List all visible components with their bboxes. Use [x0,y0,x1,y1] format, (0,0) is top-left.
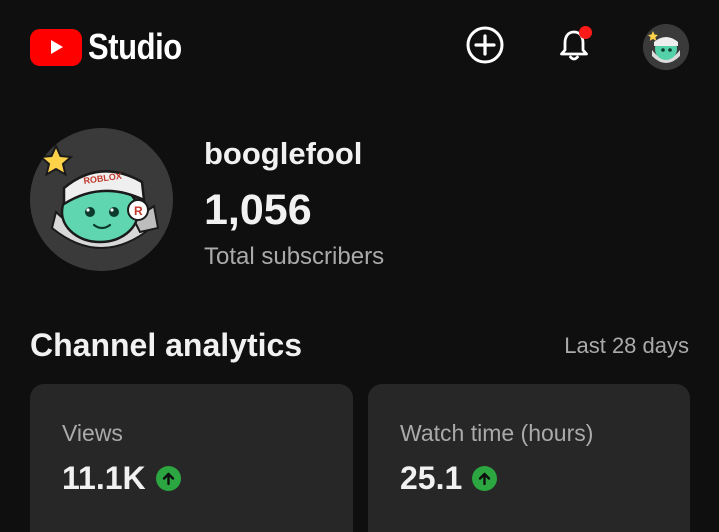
top-app-bar: Studio [0,0,719,92]
youtube-play-icon [30,28,82,66]
channel-avatar-image: ROBLOX R [30,128,173,271]
channel-name: booglefool [204,136,363,171]
logo-text: Studio [88,26,182,67]
studio-logo[interactable]: Studio [30,26,197,68]
svg-text:R: R [134,204,143,218]
watch-time-value-row: 25.1 [400,460,498,497]
plus-circle-icon [466,26,504,64]
notification-badge [579,26,592,39]
analytics-period[interactable]: Last 28 days [564,333,689,359]
avatar-image [643,24,689,70]
arrow-up-circle-icon [155,466,181,491]
watch-time-value: 25.1 [400,460,463,496]
create-button[interactable] [462,22,508,68]
youtube-studio-app: Studio ROBLOX R booglefool 1,056 Total s… [0,0,719,532]
views-value-row: 11.1K [62,460,181,497]
subscriber-count: 1,056 [204,186,312,234]
watch-time-card[interactable]: Watch time (hours) 25.1 [368,384,690,532]
arrow-up-circle-icon [472,466,498,491]
channel-avatar[interactable]: ROBLOX R [30,128,173,271]
views-card[interactable]: Views 11.1K [30,384,353,532]
channel-analytics-title: Channel analytics [30,327,303,363]
views-label: Views [62,420,123,446]
subscriber-label: Total subscribers [204,243,385,270]
account-avatar[interactable] [643,24,689,70]
notifications-button[interactable] [551,22,597,68]
views-value: 11.1K [62,460,146,496]
watch-time-label: Watch time (hours) [400,420,594,446]
